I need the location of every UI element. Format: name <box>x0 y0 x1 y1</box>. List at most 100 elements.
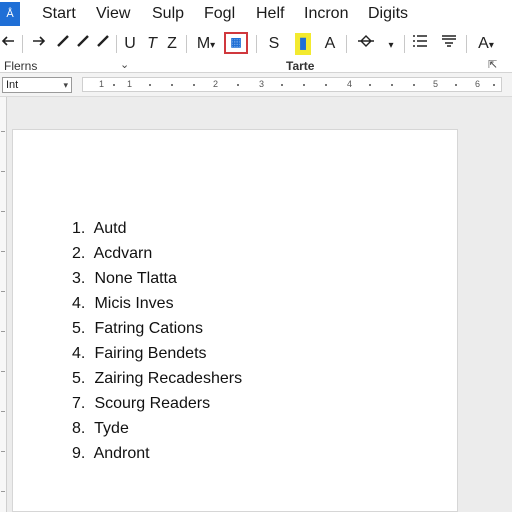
app-icon[interactable]: Å <box>0 2 20 26</box>
ruler-tick <box>281 84 283 86</box>
list-item-number: 2. <box>72 245 86 262</box>
toolbar-separator <box>186 35 187 53</box>
align-icon[interactable] <box>438 33 460 55</box>
ruler-number: 2 <box>213 79 219 89</box>
list-item-number: 4. <box>72 295 86 312</box>
list-item-number: 1. <box>72 220 86 237</box>
macro-label: M <box>196 35 211 52</box>
strikethrough-button[interactable]: Z <box>164 33 180 55</box>
ruler-tick <box>413 84 415 86</box>
list-item-number: 9. <box>72 445 86 462</box>
toolbar-separator <box>116 35 117 53</box>
text-effects-label: A <box>478 35 489 52</box>
ruler-tick <box>1 371 5 372</box>
list-item-number: 4. <box>72 345 86 362</box>
ribbon-toolbar: U T Z M▾ ▦ S ▮ A ▾ A▾ Flerns ⌄ Tarte ⇱ <box>0 29 512 73</box>
vertical-ruler[interactable] <box>0 97 7 512</box>
ruler-tick <box>1 451 5 452</box>
menu-view[interactable]: View <box>96 5 130 23</box>
menu-start[interactable]: Start <box>42 5 76 23</box>
ruler-tick <box>113 84 115 86</box>
ruler-tick <box>369 84 371 86</box>
chevron-down-icon[interactable]: ⌄ <box>120 58 129 71</box>
list-item-number: 5. <box>72 320 86 337</box>
insert-icon[interactable] <box>354 33 378 55</box>
ruler-tick <box>193 84 195 86</box>
ruler-tick <box>1 171 5 172</box>
toolbar-separator <box>256 35 257 53</box>
dialog-launcher-icon[interactable]: ⇱ <box>488 58 497 71</box>
list-icon[interactable] <box>410 33 430 55</box>
numbered-list: 1. Autd 2. Acdvarn 3. None Tlatta 4. Mic… <box>72 219 242 469</box>
list-item-text: Andront <box>93 445 150 462</box>
list-item-text: None Tlatta <box>94 270 177 287</box>
pen-icon[interactable] <box>54 33 72 55</box>
menu-incron[interactable]: Incron <box>304 5 348 23</box>
ruler-tick <box>1 291 5 292</box>
ruler-tick <box>1 491 5 492</box>
text-effects-icon[interactable]: A▾ <box>472 33 500 55</box>
list-item[interactable]: 3. None Tlatta <box>72 269 242 294</box>
ruler-tick <box>1 331 5 332</box>
ruler-number: 4 <box>347 79 353 89</box>
list-item[interactable]: 5. Fatring Cations <box>72 319 242 344</box>
list-item[interactable]: 8. Tyde <box>72 419 242 444</box>
list-item-text: Autd <box>93 220 127 237</box>
list-item[interactable]: 2. Acdvarn <box>72 244 242 269</box>
ruler-tick <box>171 84 173 86</box>
list-item-text: Zairing Recadeshers <box>94 370 243 387</box>
italic-button[interactable]: T <box>144 33 160 55</box>
arrow-left-icon[interactable] <box>0 33 16 55</box>
style-dropdown[interactable]: Int ▾ <box>2 77 72 93</box>
group-label-center: Tarte <box>286 59 315 73</box>
toolbar-separator <box>466 35 467 53</box>
toolbar-separator <box>346 35 347 53</box>
list-item[interactable]: 7. Scourg Readers <box>72 394 242 419</box>
ruler-tick <box>1 411 5 412</box>
pen-icon[interactable] <box>94 33 112 55</box>
font-color-button[interactable]: A <box>322 33 338 55</box>
pen-icon[interactable] <box>74 33 92 55</box>
menu-bar: Å Start View Sulp Fogl Helf Incron Digit… <box>0 0 512 29</box>
macro-button[interactable]: M▾ <box>192 33 220 55</box>
ruler-tick <box>493 84 495 86</box>
ruler-bar: Int ▾ 1 1 2 3 4 5 6 <box>0 73 512 97</box>
list-item[interactable]: 4. Fairing Bendets <box>72 344 242 369</box>
ruler-number: 5 <box>433 79 439 89</box>
table-icon[interactable]: ▦ <box>224 32 248 54</box>
menu-digits[interactable]: Digits <box>368 5 408 23</box>
chevron-down-icon[interactable]: ▾ <box>382 33 400 55</box>
ruler-tick <box>1 211 5 212</box>
menu-sulp[interactable]: Sulp <box>152 5 184 23</box>
list-item-text: Acdvarn <box>93 245 153 262</box>
menu-helf[interactable]: Helf <box>256 5 284 23</box>
style-button[interactable]: S <box>266 33 282 55</box>
toolbar-separator <box>404 35 405 53</box>
underline-button[interactable]: U <box>122 33 138 55</box>
list-item-number: 3. <box>72 270 86 287</box>
list-item-text: Fairing Bendets <box>94 345 207 362</box>
ruler-tick <box>237 84 239 86</box>
list-item-number: 5. <box>72 370 86 387</box>
highlight-icon[interactable]: ▮ <box>290 33 316 55</box>
horizontal-ruler[interactable]: 1 1 2 3 4 5 6 <box>82 77 502 92</box>
list-item-text: Scourg Readers <box>94 395 211 412</box>
ruler-number: 6 <box>475 79 481 89</box>
ruler-tick <box>455 84 457 86</box>
list-item-text: Micis Inves <box>94 295 174 312</box>
chevron-down-icon: ▾ <box>488 40 494 51</box>
ruler-tick <box>1 251 5 252</box>
list-item[interactable]: 4. Micis Inves <box>72 294 242 319</box>
menu-fogl[interactable]: Fogl <box>204 5 235 23</box>
ruler-tick <box>303 84 305 86</box>
list-item[interactable]: 5. Zairing Recadeshers <box>72 369 242 394</box>
arrow-right-icon[interactable] <box>30 33 48 55</box>
list-item[interactable]: 9. Andront <box>72 444 242 469</box>
ruler-number: 3 <box>259 79 265 89</box>
ruler-tick <box>391 84 393 86</box>
ruler-number: 1 <box>127 79 133 89</box>
list-item[interactable]: 1. Autd <box>72 219 242 244</box>
list-item-number: 8. <box>72 420 86 437</box>
list-item-text: Tyde <box>94 420 129 437</box>
ruler-tick <box>1 131 5 132</box>
